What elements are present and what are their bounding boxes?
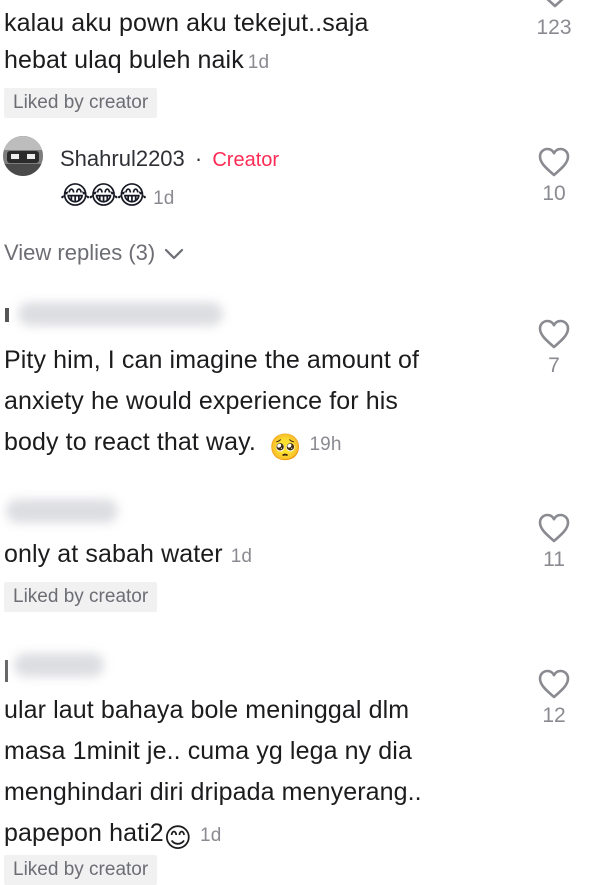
reply-header: Shahrul2203 · Creator	[60, 146, 279, 172]
comment-text: body to react that way.	[4, 428, 256, 456]
avatar-placeholder	[5, 308, 9, 322]
comment-text: only at sabah water	[4, 540, 223, 568]
username[interactable]: Shahrul2203	[60, 146, 185, 171]
chevron-down-icon	[165, 249, 184, 260]
liked-by-creator-badge: Liked by creator	[4, 582, 158, 612]
username-blurred[interactable]	[18, 302, 223, 326]
heart-outline-icon[interactable]	[537, 318, 571, 350]
reply-text: 😂😂😂 1d	[60, 180, 174, 211]
username-blurred[interactable]	[6, 499, 118, 523]
view-replies-label: View replies (3)	[4, 240, 156, 265]
comment-text-line: menghindari diri dripada menyerang..	[4, 778, 422, 806]
comment-text: papepon hati2	[4, 819, 164, 847]
comment-3: Pity him, I can imagine the amount of an…	[4, 340, 419, 468]
like-count: 12	[542, 704, 566, 727]
comment-text-line: anxiety he would experience for his	[4, 387, 399, 415]
reply-timestamp: 1d	[153, 188, 175, 209]
pleading-emoji: 🥺	[269, 432, 302, 462]
like-count: 7	[548, 354, 560, 377]
comment-timestamp: 19h	[309, 434, 342, 455]
comment-5: ular laut bahaya bole meninggal dlm masa…	[4, 690, 422, 859]
view-replies-button[interactable]: View replies (3)	[4, 240, 185, 266]
creator-label: Creator	[212, 149, 280, 171]
comment-text-line: ular laut bahaya bole meninggal dlm	[4, 696, 410, 724]
like-count: 11	[543, 548, 565, 571]
avatar-image	[3, 136, 43, 176]
username-blurred[interactable]	[14, 653, 104, 677]
separator: ·	[194, 146, 203, 171]
comment-text-line: masa 1minit je.. cuma yg lega ny dia	[4, 737, 412, 765]
comment-timestamp: 1d	[230, 546, 253, 567]
avatar-placeholder	[5, 660, 8, 682]
comment-4: only at sabah water 1d	[4, 534, 252, 577]
comment-timestamp: 1d	[247, 52, 270, 73]
like-count: 123	[536, 16, 572, 39]
comment-timestamp: 1d	[200, 825, 222, 846]
smiling-emoji: 😊	[163, 823, 193, 853]
comment-text-line: Pity him, I can imagine the amount of	[4, 346, 420, 374]
heart-outline-icon[interactable]	[537, 146, 571, 178]
like-count: 10	[542, 182, 566, 205]
reply-emoji: 😂😂😂	[60, 180, 147, 210]
comment-text-line: papepon hati2😊 1d	[4, 813, 422, 859]
comment-text-line: hebat ulaq buleh naik 1d	[4, 40, 269, 83]
heart-outline-icon[interactable]	[537, 512, 571, 544]
comment-text-line: kalau aku pown aku tekejut..saja	[4, 9, 369, 37]
comment-text-line: body to react that way. 🥺 19h	[4, 422, 419, 468]
liked-by-creator-badge: Liked by creator	[4, 88, 158, 118]
liked-by-creator-badge: Liked by creator	[4, 855, 158, 885]
avatar[interactable]	[3, 136, 43, 176]
heart-outline-icon[interactable]	[537, 668, 571, 700]
chevron-down-icon[interactable]	[540, 0, 570, 10]
comment-text: hebat ulaq buleh naik	[4, 46, 244, 74]
